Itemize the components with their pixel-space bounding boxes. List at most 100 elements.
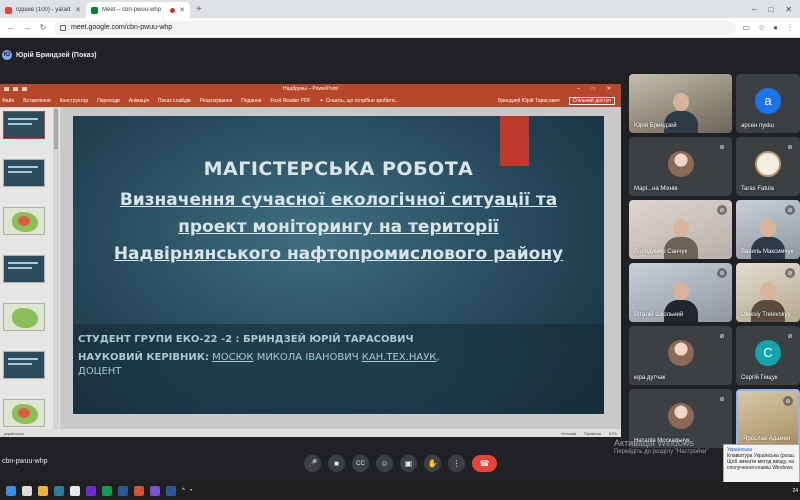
close-window-button[interactable]: ✕ — [785, 5, 792, 14]
url-input[interactable]: meet.google.com/cbn-pwuu-whp — [54, 20, 737, 35]
tray-arrow-icon[interactable]: ^ — [182, 488, 185, 494]
powerpoint-icon[interactable] — [134, 486, 144, 496]
participant-avatar — [667, 150, 694, 177]
app-icon[interactable] — [118, 486, 128, 496]
powerpoint-title-bar: Надбруны – PowerPoint – □ ✕ — [0, 84, 621, 94]
mic-off-icon: ⊘ — [717, 205, 727, 215]
word-icon[interactable] — [166, 486, 176, 496]
ppt-maximize-icon: □ — [591, 86, 595, 92]
participant-name: Ярослав Адамен — [743, 436, 791, 442]
new-tab-button[interactable]: + — [190, 4, 208, 18]
back-button[interactable]: ← — [6, 23, 16, 32]
participant-tile[interactable]: ⊘ Oleksiy Trelevskyy — [736, 263, 800, 322]
participant-name: Марі...на Міхнів — [634, 186, 678, 192]
meet-header: Ю Юрій Бриндзей (Показ) — [0, 38, 800, 72]
participant-name: арсен пукіш — [741, 123, 775, 129]
end-call-button[interactable]: ☎ — [472, 455, 497, 472]
ppt-language: українська — [4, 430, 24, 436]
taskbar-clock[interactable]: 24 — [792, 488, 800, 494]
close-tab-icon[interactable]: ✕ — [179, 6, 185, 14]
participant-name: Taras Fatula — [741, 186, 775, 192]
network-icon[interactable]: ◔ — [189, 488, 193, 494]
participant-tile[interactable]: ⊘ юра дутчак — [629, 326, 732, 385]
ppt-window-controls: – □ ✕ — [577, 86, 621, 92]
participant-tile[interactable]: ⊘ Володимир Санчук — [629, 200, 732, 259]
participant-avatar — [755, 150, 781, 177]
supervisor-line: НАУКОВИЙ КЕРІВНИК: МОСЮК МИКОЛА ІВАНОВИЧ… — [78, 352, 440, 363]
ribbon-tab: Анімація — [128, 97, 149, 104]
viber-icon[interactable] — [150, 486, 160, 496]
site-info-icon[interactable] — [60, 24, 66, 31]
file-explorer-icon[interactable] — [38, 486, 48, 496]
raise-hand-button[interactable]: ✋ — [424, 455, 441, 472]
recording-indicator-icon — [170, 7, 176, 13]
ribbon-tab: Подання — [241, 97, 262, 104]
participant-name: юра дутчак — [634, 375, 666, 381]
participant-tile[interactable]: а арсен пукіш — [736, 74, 800, 133]
search-icon[interactable] — [22, 486, 32, 496]
participant-name: Василь Максимчук — [741, 249, 794, 255]
mic-off-icon: ⊘ — [785, 331, 795, 341]
forward-button[interactable]: → — [22, 23, 32, 32]
student-line: СТУДЕНТ ГРУПИ ЕКО-22 -2 : БРИНДЗЕЙ ЮРІЙ … — [78, 334, 414, 345]
thumbnails-scrollbar — [53, 107, 59, 429]
supervisor-degree: КАН.ТЕХ.НАУК — [361, 352, 437, 363]
ppt-status-bar: українська Нотатки Примітки 57% — [0, 429, 621, 437]
slide-editing-area: МАГІСТЕРСЬКА РОБОТА Визначення сучасної … — [60, 107, 621, 429]
ppt-status-right: Нотатки Примітки 57% — [561, 431, 617, 436]
participant-tile[interactable]: ⊘ Василь Максимчук — [736, 200, 800, 259]
participant-tile[interactable]: Юрій Бриндзей — [629, 74, 732, 133]
present-button[interactable]: ▣ — [400, 455, 417, 472]
ppt-user-name: Бриндзей Юрій Тарасович — [498, 97, 560, 104]
maximize-button[interactable]: □ — [768, 5, 773, 14]
supervisor-surname: МОСЮК — [212, 352, 254, 363]
menu-icon[interactable]: ⋮ — [786, 23, 794, 32]
ppt-share-button: Спільний доступ — [568, 96, 615, 105]
mic-button[interactable]: 🎤 — [304, 455, 321, 472]
reload-button[interactable]: ↻ — [38, 23, 48, 32]
ribbon-tab: Foxit Reader PDF — [270, 97, 311, 104]
browser-tab-gmail[interactable]: одшие (100) - yarad1964@... ✕ — [0, 2, 86, 18]
input-language-popup[interactable]: Українська Клавіатура Українська (розш. … — [723, 444, 800, 484]
slide-title: МАГІСТЕРСЬКА РОБОТА — [203, 158, 474, 180]
gmail-icon — [5, 6, 12, 14]
participant-avatar — [667, 339, 694, 366]
bookmark-icon[interactable]: ☆ — [758, 23, 765, 32]
document-title: Надбруны – PowerPoint — [283, 86, 338, 92]
participant-tile[interactable]: ⊘ Ярослав Адамен — [736, 389, 800, 448]
close-tab-icon[interactable]: ✕ — [75, 6, 81, 14]
browser-tab-bar: одшие (100) - yarad1964@... ✕ Meet – cbn… — [0, 0, 800, 18]
app-icon[interactable] — [86, 486, 96, 496]
reactions-button[interactable]: ☺ — [376, 455, 393, 472]
mic-off-icon: ⊘ — [717, 268, 727, 278]
tell-me-search: ✦ Скажіть, що потрібно зробити... — [319, 98, 398, 104]
ribbon-tab: Рецензування — [199, 97, 233, 104]
chrome-icon[interactable] — [70, 486, 80, 496]
slide-thumbnail — [3, 159, 45, 187]
browser-tab-meet[interactable]: Meet – cbn-pwuu-whp ✕ — [86, 2, 190, 18]
camera-button[interactable]: ■ — [328, 455, 345, 472]
screen-root: одшие (100) - yarad1964@... ✕ Meet – cbn… — [0, 0, 800, 500]
participant-avatar: С — [755, 339, 781, 366]
slide-thumbnail — [3, 111, 45, 139]
presenter-label: Юрій Бриндзей (Показ) — [16, 51, 97, 59]
ribbon-tab: Файл — [2, 97, 15, 104]
ribbon-tab: Вставлення — [23, 97, 51, 104]
ribbon-tab: Конструктор — [59, 97, 89, 104]
more-options-button[interactable]: ⋮ — [448, 455, 465, 472]
app-icon[interactable] — [102, 486, 112, 496]
supervisor-label: НАУКОВИЙ КЕРІВНИК: — [78, 352, 209, 363]
edge-icon[interactable] — [54, 486, 64, 496]
current-slide: МАГІСТЕРСЬКА РОБОТА Визначення сучасної … — [73, 116, 604, 414]
supervisor-name: МИКОЛА ІВАНОВИЧ — [256, 352, 359, 363]
participant-tile[interactable]: ⊘ Taras Fatula — [736, 137, 800, 196]
minimize-button[interactable]: – — [752, 5, 756, 14]
participant-tile[interactable]: ⊘ Віталій Школьний — [629, 263, 732, 322]
captions-button[interactable]: CC — [352, 455, 369, 472]
participant-tile[interactable]: ⊘ Марі...на Міхнів — [629, 137, 732, 196]
start-icon[interactable] — [6, 486, 16, 496]
participant-tile[interactable]: ⊘ С Сергій Гищук — [736, 326, 800, 385]
meet-control-bar: cbn-pwuu-whp 🎤 ■ CC ☺ ▣ ✋ ⋮ ☎ — [0, 448, 800, 480]
profile-icon[interactable]: ● — [773, 23, 778, 32]
camera-permission-icon[interactable]: ▭ — [742, 23, 750, 32]
